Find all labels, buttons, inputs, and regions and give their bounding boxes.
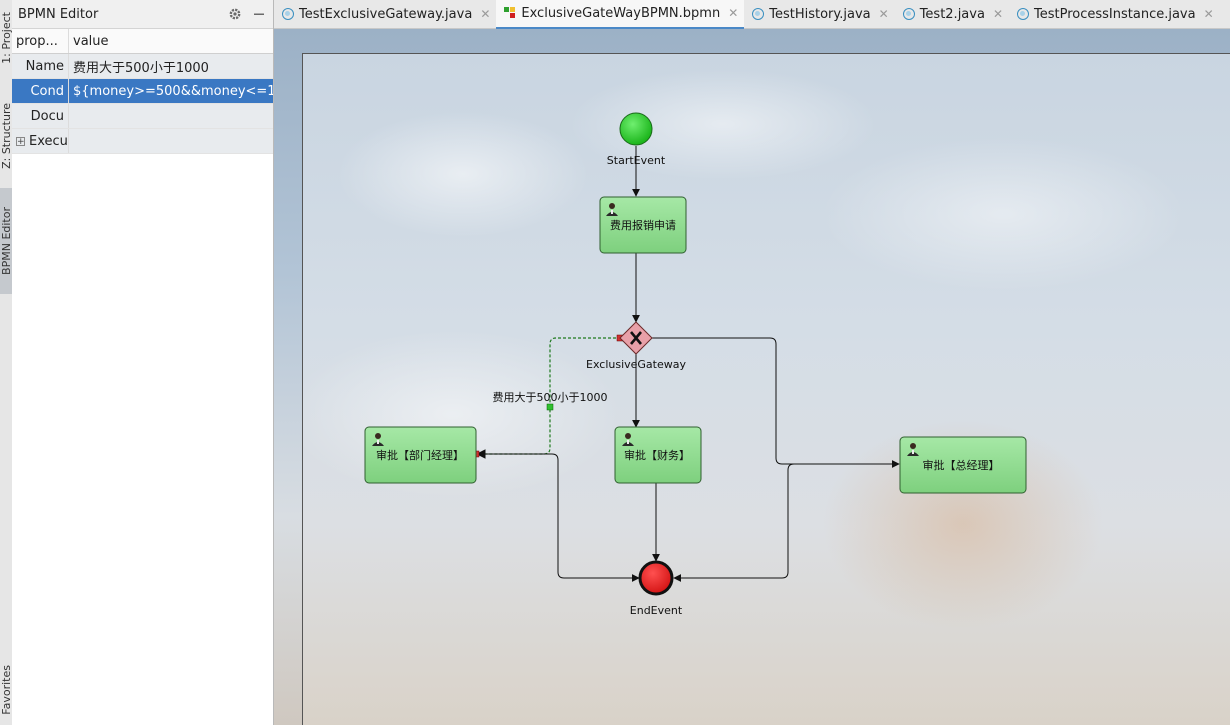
tab-label: TestHistory.java bbox=[769, 6, 871, 22]
close-tab-icon[interactable]: ✕ bbox=[993, 7, 1003, 21]
property-table-header: prop... value bbox=[12, 29, 273, 54]
task-dept-manager-approval[interactable]: 审批【部门经理】 bbox=[364, 426, 477, 484]
task-label: 费用报销申请 bbox=[610, 218, 676, 232]
minimize-icon[interactable] bbox=[251, 6, 267, 22]
close-tab-icon[interactable]: ✕ bbox=[480, 7, 490, 21]
expand-plus-icon[interactable]: + bbox=[16, 136, 25, 146]
property-key-expandable: + Execu bbox=[12, 128, 69, 154]
tab-label: ExclusiveGateWayBPMN.bpmn bbox=[521, 5, 721, 21]
property-value[interactable] bbox=[68, 128, 273, 154]
tab-test-exclusive-gateway[interactable]: TestExclusiveGateway.java ✕ bbox=[274, 0, 496, 29]
property-value[interactable]: 费用大于500小于1000 bbox=[68, 53, 273, 79]
java-class-icon bbox=[1017, 8, 1029, 20]
tab-label: Test2.java bbox=[919, 6, 985, 22]
property-key-label: Execu bbox=[29, 133, 68, 149]
close-tab-icon[interactable]: ✕ bbox=[879, 7, 889, 21]
property-key: Cond bbox=[12, 78, 69, 104]
favorites-tool-tab-label: Favorites bbox=[0, 665, 13, 715]
panel-title: BPMN Editor bbox=[18, 6, 99, 22]
tab-test-history[interactable]: TestHistory.java ✕ bbox=[744, 0, 894, 29]
panel-header: BPMN Editor bbox=[12, 0, 273, 29]
task-finance-approval[interactable]: 审批【财务】 bbox=[614, 426, 702, 484]
start-event[interactable] bbox=[619, 112, 653, 146]
bpmn-canvas[interactable]: StartEvent 费用报销申请 ExclusiveGateway 费用大于5… bbox=[274, 29, 1230, 725]
tab-label: TestExclusiveGateway.java bbox=[299, 6, 473, 22]
close-tab-icon[interactable]: ✕ bbox=[1204, 7, 1214, 21]
property-column-header[interactable]: prop... bbox=[12, 29, 69, 54]
java-class-icon bbox=[282, 8, 294, 20]
property-key: Name bbox=[12, 53, 69, 79]
property-key: Docu bbox=[12, 103, 69, 129]
start-event-label: StartEvent bbox=[607, 154, 666, 167]
gateway-label: ExclusiveGateway bbox=[586, 358, 686, 371]
bpmn-diagram: StartEvent 费用报销申请 ExclusiveGateway 费用大于5… bbox=[364, 112, 1027, 617]
end-event-label: EndEvent bbox=[630, 604, 683, 617]
task-label: 审批【财务】 bbox=[624, 448, 690, 462]
condition-flow-label[interactable]: 费用大于500小于1000 bbox=[493, 390, 608, 404]
end-event[interactable] bbox=[638, 560, 674, 596]
editor-tab-bar: TestExclusiveGateway.java ✕ ExclusiveGat… bbox=[274, 0, 1230, 29]
property-row-name[interactable]: Name 费用大于500小于1000 bbox=[12, 53, 273, 79]
tab-test-process-instance[interactable]: TestProcessInstance.java ✕ bbox=[1009, 0, 1220, 29]
task-general-manager-approval[interactable]: 审批【总经理】 bbox=[899, 436, 1027, 494]
property-value[interactable]: ${money>=500&&money<=1000} bbox=[68, 78, 273, 104]
java-class-icon bbox=[752, 8, 765, 20]
property-row-documentation[interactable]: Docu bbox=[12, 103, 273, 129]
task-expense-application[interactable]: 费用报销申请 bbox=[599, 196, 687, 254]
property-row-condition[interactable]: Cond ${money>=500&&money<=1000} bbox=[12, 78, 273, 104]
project-tool-tab-label: 1: Project bbox=[0, 12, 13, 64]
property-value[interactable] bbox=[68, 103, 273, 129]
value-column-header[interactable]: value bbox=[68, 29, 273, 54]
favorites-tool-tab[interactable]: Favorites bbox=[0, 655, 13, 725]
bpmn-file-icon bbox=[504, 7, 516, 19]
task-label: 审批【总经理】 bbox=[923, 458, 1000, 472]
tab-label: TestProcessInstance.java bbox=[1034, 6, 1196, 22]
exclusive-gateway[interactable] bbox=[619, 321, 653, 355]
flow-handle-mid[interactable] bbox=[546, 403, 554, 411]
property-row-execution[interactable]: + Execu bbox=[12, 128, 273, 154]
property-table: prop... value Name 费用大于500小于1000 Cond ${… bbox=[12, 29, 273, 154]
close-tab-icon[interactable]: ✕ bbox=[728, 6, 738, 20]
bpmn-editor-tool-tab-label: BPMN Editor bbox=[0, 207, 13, 275]
java-class-icon bbox=[902, 8, 915, 20]
structure-tool-tab-label: Z: Structure bbox=[0, 103, 13, 169]
project-tool-tab[interactable]: 1: Project bbox=[0, 2, 13, 74]
tab-test2[interactable]: Test2.java ✕ bbox=[895, 0, 1009, 29]
tab-exclusive-gateway-bpmn[interactable]: ExclusiveGateWayBPMN.bpmn ✕ bbox=[496, 0, 745, 29]
sequence-flow-general-manager-to-end[interactable] bbox=[673, 463, 899, 582]
diagram-page[interactable]: StartEvent 费用报销申请 ExclusiveGateway 费用大于5… bbox=[302, 53, 1230, 725]
bpmn-editor-panel: BPMN Editor prop... value Name 费用大于500小于… bbox=[12, 0, 274, 725]
bpmn-editor-tool-tab[interactable]: BPMN Editor bbox=[0, 188, 13, 294]
task-label: 审批【部门经理】 bbox=[376, 448, 464, 462]
structure-tool-tab[interactable]: Z: Structure bbox=[0, 96, 13, 176]
settings-gear-icon[interactable] bbox=[227, 6, 243, 22]
